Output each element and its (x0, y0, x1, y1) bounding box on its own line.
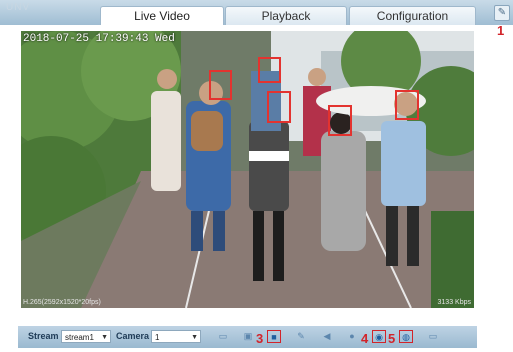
video-control-bar: Stream stream1 ▼ Camera 1 ▼ ▭ ▣ ■ ✎ ◀ ● … (18, 326, 477, 348)
volume-icon[interactable]: ◀ (320, 330, 334, 343)
chevron-down-icon: ▼ (191, 334, 198, 341)
tab-configuration[interactable]: Configuration (349, 6, 476, 25)
live-video-view[interactable]: 2018-07-25 17:39:43 Wed H.265(2592x1520*… (21, 31, 474, 308)
snapshot-icon[interactable]: ◉ (372, 330, 386, 343)
brand-logo: UNV (6, 2, 31, 13)
stream-select[interactable]: stream1 ▼ (61, 330, 111, 343)
face-detection-box (267, 91, 291, 123)
camera-select[interactable]: 1 ▼ (151, 330, 201, 343)
video-scene (21, 31, 474, 308)
osd-bitrate: 3133 Kbps (437, 299, 471, 306)
stream-value: stream1 (65, 333, 94, 342)
face-detection-box (258, 57, 281, 83)
face-detection-box (395, 90, 419, 120)
face-detection-box (209, 70, 232, 100)
stop-icon[interactable]: ■ (267, 330, 281, 343)
tab-live-video[interactable]: Live Video (100, 6, 224, 25)
microphone-icon[interactable]: ● (345, 330, 359, 343)
face-detection-box (328, 105, 352, 136)
callout-marker-4: 4 (361, 331, 369, 346)
edit-icon[interactable]: ✎ (494, 5, 510, 21)
top-bar: UNV Live Video Playback Configuration ✎ (0, 0, 513, 25)
camera-label: Camera (116, 331, 150, 341)
tab-playback[interactable]: Playback (225, 6, 347, 25)
fullscreen-icon[interactable]: ▭ (426, 330, 440, 343)
callout-marker-3: 3 (256, 331, 264, 346)
callout-marker-1: 1 (497, 23, 505, 38)
osd-timestamp: 2018-07-25 17:39:43 Wed (23, 33, 175, 45)
edit-record-icon[interactable]: ✎ (294, 330, 308, 343)
ratio-icon[interactable]: ▭ (216, 330, 230, 343)
callout-marker-5: 5 (388, 331, 396, 346)
fit-icon[interactable]: ▣ (241, 330, 255, 343)
stream-label: Stream (28, 331, 59, 341)
osd-resolution: H.265(2592x1520*20fps) (23, 299, 101, 306)
chevron-down-icon: ▼ (101, 334, 108, 341)
camera-icon[interactable]: ◍ (399, 330, 413, 343)
camera-value: 1 (155, 333, 160, 342)
